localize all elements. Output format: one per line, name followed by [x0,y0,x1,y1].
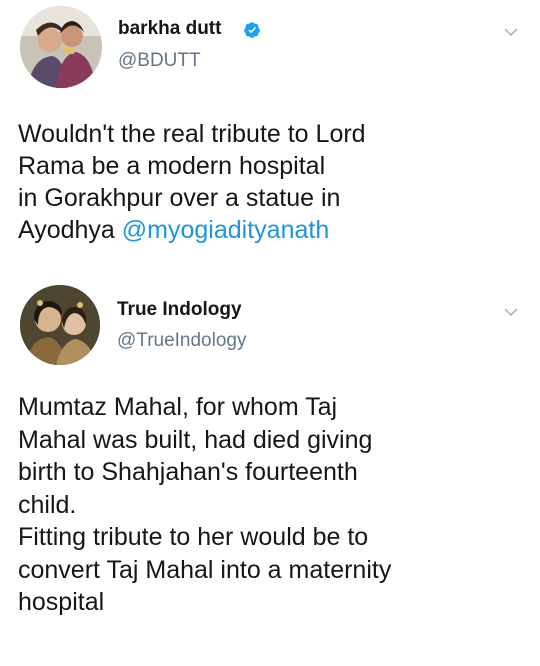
tweet-card: barkha dutt @BDUTT Wouldn't the real tri… [0,0,540,282]
profile-photo-icon[interactable] [20,6,102,88]
verified-badge-icon [244,22,260,38]
tweet-text: Mumtaz Mahal, for whom Taj Mahal was bui… [18,393,392,616]
avatar-image [20,6,102,88]
user-handle[interactable]: @BDUTT [118,50,201,72]
avatar-image [20,285,100,365]
tweet-text: Wouldn't the real tribute to Lord Rama b… [18,118,528,246]
profile-painting-icon[interactable] [20,285,100,365]
chevron-down-icon[interactable] [504,27,518,37]
display-name[interactable]: barkha dutt [118,18,221,40]
chevron-down-icon[interactable] [504,307,518,317]
tweet-card: True Indology @TrueIndology Mumtaz Mahal… [0,282,540,666]
mention-link[interactable]: @myogiadityanath [122,216,329,244]
user-handle[interactable]: @TrueIndology [117,330,246,352]
display-name[interactable]: True Indology [117,299,242,321]
